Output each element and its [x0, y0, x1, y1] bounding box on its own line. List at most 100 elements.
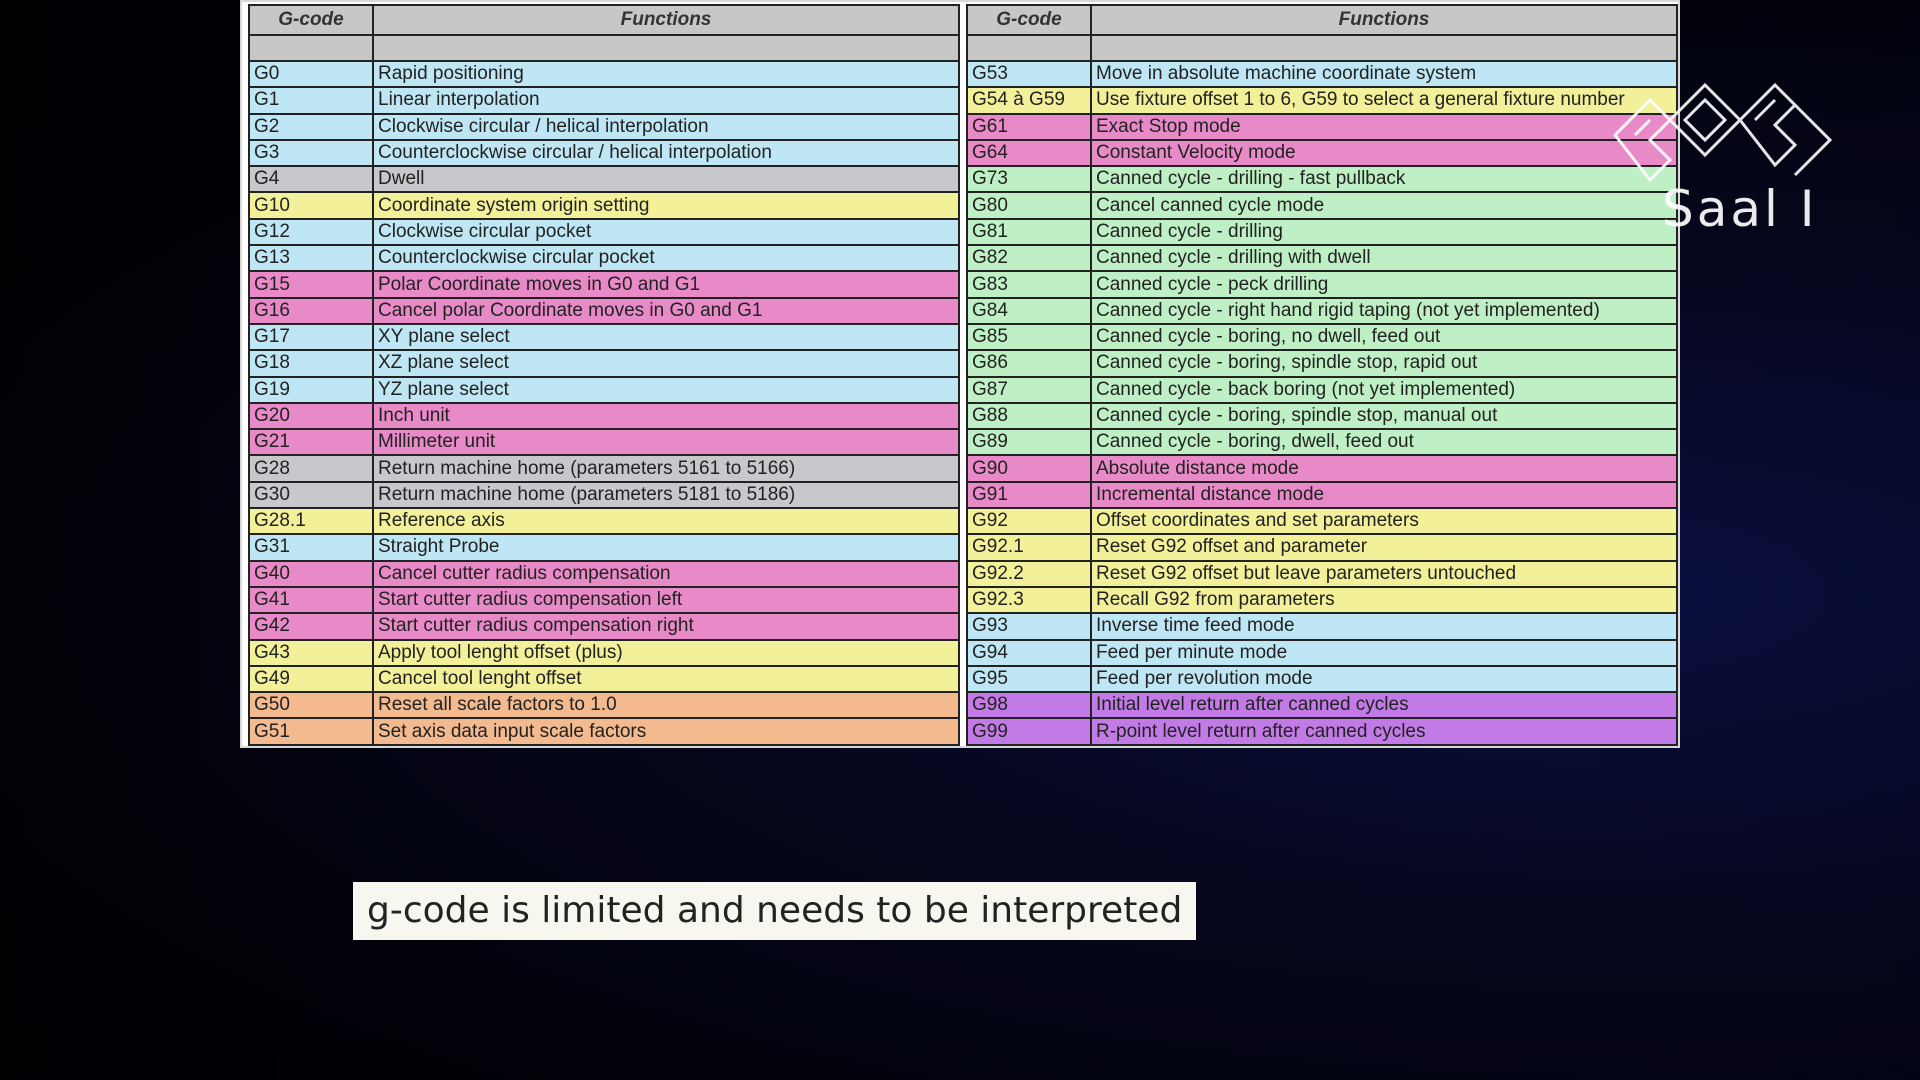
- function-cell: Canned cycle - drilling with dwell: [1090, 244, 1678, 273]
- function-cell: Cancel canned cycle mode: [1090, 191, 1678, 220]
- function-cell: Start cutter radius compensation right: [372, 612, 960, 641]
- function-cell: Coordinate system origin setting: [372, 191, 960, 220]
- table-row: G99 R-point level return after canned cyc…: [966, 717, 1678, 746]
- table-row: G64 Constant Velocity mode: [966, 138, 1678, 168]
- gcode-cell: G86: [966, 349, 1092, 378]
- gcode-cell: G61: [966, 112, 1092, 141]
- header-gcode: G-code: [248, 4, 374, 36]
- gcode-cell: G13: [248, 244, 374, 273]
- table-row: G28 Return machine home (parameters 5161 …: [248, 454, 960, 483]
- function-cell: XY plane select: [372, 322, 960, 352]
- gcode-cell: G64: [966, 138, 1092, 168]
- table-row: G21 Millimeter unit: [248, 428, 960, 457]
- function-cell: Straight Probe: [372, 533, 960, 562]
- function-cell: Canned cycle - right hand rigid taping (…: [1090, 296, 1678, 325]
- function-cell: Canned cycle - back boring (not yet impl…: [1090, 375, 1678, 404]
- function-cell: Return machine home (parameters 5161 to …: [372, 454, 960, 483]
- gcode-cell: G50: [248, 691, 374, 720]
- gcode-cell: G28: [248, 454, 374, 483]
- function-cell: Cancel tool lenght offset: [372, 664, 960, 694]
- gcode-cell: G20: [248, 401, 374, 431]
- function-cell: Incremental distance mode: [1090, 480, 1678, 510]
- function-cell: Recall G92 from parameters: [1090, 585, 1678, 615]
- table-row: G15 Polar Coordinate moves in G0 and G1: [248, 270, 960, 299]
- function-cell: Canned cycle - boring, no dwell, feed ou…: [1090, 322, 1678, 352]
- function-cell: Inverse time feed mode: [1090, 612, 1678, 641]
- gcode-cell: G80: [966, 191, 1092, 220]
- gcode-cell: G42: [248, 612, 374, 641]
- function-cell: Move in absolute machine coordinate syst…: [1090, 59, 1678, 89]
- gcode-cell: G90: [966, 454, 1092, 483]
- function-cell: Canned cycle - drilling: [1090, 217, 1678, 247]
- gcode-cell: G93: [966, 612, 1092, 641]
- header-gcode: G-code: [966, 4, 1092, 36]
- gcode-cell: G95: [966, 664, 1092, 694]
- table-row: G42 Start cutter radius compensation righ…: [248, 612, 960, 641]
- gcode-cell: G83: [966, 270, 1092, 299]
- gcode-table-left: G-code Functions G0 Rapid positioning G1 Li…: [248, 4, 960, 746]
- function-cell: Offset coordinates and set parameters: [1090, 507, 1678, 536]
- function-cell: Linear interpolation: [372, 86, 960, 115]
- function-cell: Clockwise circular pocket: [372, 217, 960, 247]
- function-cell: Feed per revolution mode: [1090, 664, 1678, 694]
- table-row: G30 Return machine home (parameters 5181 …: [248, 480, 960, 510]
- gcode-cell: G0: [248, 59, 374, 89]
- function-cell: Absolute distance mode: [1090, 454, 1678, 483]
- table-row: G92.3 Recall G92 from parameters: [966, 585, 1678, 615]
- table-row: G94 Feed per minute mode: [966, 638, 1678, 667]
- function-cell: Clockwise circular / helical interpolati…: [372, 112, 960, 141]
- logo-text: Saal I: [1662, 180, 1818, 238]
- table-row: G92 Offset coordinates and set parameters: [966, 507, 1678, 536]
- gcode-cell: G10: [248, 191, 374, 220]
- table-blank-row: [966, 34, 1678, 62]
- table-row: G13 Counterclockwise circular pocket: [248, 244, 960, 273]
- function-cell: Inch unit: [372, 401, 960, 431]
- gcode-cell: G15: [248, 270, 374, 299]
- table-row: G40 Cancel cutter radius compensation: [248, 559, 960, 588]
- function-cell: Rapid positioning: [372, 59, 960, 89]
- gcode-cell: G21: [248, 428, 374, 457]
- function-cell: Reset G92 offset but leave parameters un…: [1090, 559, 1678, 588]
- gcode-cell: G73: [966, 165, 1092, 194]
- table-row: G84 Canned cycle - right hand rigid tapin…: [966, 296, 1678, 325]
- table-row: G20 Inch unit: [248, 401, 960, 431]
- table-row: G31 Straight Probe: [248, 533, 960, 562]
- function-cell: Millimeter unit: [372, 428, 960, 457]
- gcode-cell: G85: [966, 322, 1092, 352]
- gcode-cell: G99: [966, 717, 1092, 746]
- function-cell: Apply tool lenght offset (plus): [372, 638, 960, 667]
- function-cell: Exact Stop mode: [1090, 112, 1678, 141]
- table-row: G49 Cancel tool lenght offset: [248, 664, 960, 694]
- gcode-cell: G40: [248, 559, 374, 588]
- gcode-cell: G92.1: [966, 533, 1092, 562]
- function-cell: XZ plane select: [372, 349, 960, 378]
- gcode-cell: G89: [966, 428, 1092, 457]
- table-row: G85 Canned cycle - boring, no dwell, feed…: [966, 322, 1678, 352]
- gcode-table-right-grid: G-code Functions G53 Move in absolute mac…: [966, 4, 1678, 746]
- gcode-cell: G81: [966, 217, 1092, 247]
- table-row: G81 Canned cycle - drilling: [966, 217, 1678, 247]
- table-row: G19 YZ plane select: [248, 375, 960, 404]
- function-cell: Dwell: [372, 165, 960, 194]
- gcode-cell: G92.3: [966, 585, 1092, 615]
- table-row: G41 Start cutter radius compensation left: [248, 585, 960, 615]
- table-row: G2 Clockwise circular / helical interpola…: [248, 112, 960, 141]
- function-cell: Reference axis: [372, 507, 960, 536]
- gcode-cell: G51: [248, 717, 374, 746]
- table-row: G89 Canned cycle - boring, dwell, feed ou…: [966, 428, 1678, 457]
- gcode-cell: G49: [248, 664, 374, 694]
- table-row: G50 Reset all scale factors to 1.0: [248, 691, 960, 720]
- gcode-cell: G12: [248, 217, 374, 247]
- function-cell: Canned cycle - boring, spindle stop, rap…: [1090, 349, 1678, 378]
- blank-cell: [372, 34, 960, 62]
- gcode-cell: G19: [248, 375, 374, 404]
- function-cell: YZ plane select: [372, 375, 960, 404]
- gcode-cell: G41: [248, 585, 374, 615]
- gcode-cell: G92.2: [966, 559, 1092, 588]
- function-cell: Cancel cutter radius compensation: [372, 559, 960, 588]
- gcode-cell: G2: [248, 112, 374, 141]
- gcode-cell: G92: [966, 507, 1092, 536]
- gcode-cell: G43: [248, 638, 374, 667]
- table-row: G92.1 Reset G92 offset and parameter: [966, 533, 1678, 562]
- subtitle-caption: g-code is limited and needs to be interp…: [353, 882, 1197, 940]
